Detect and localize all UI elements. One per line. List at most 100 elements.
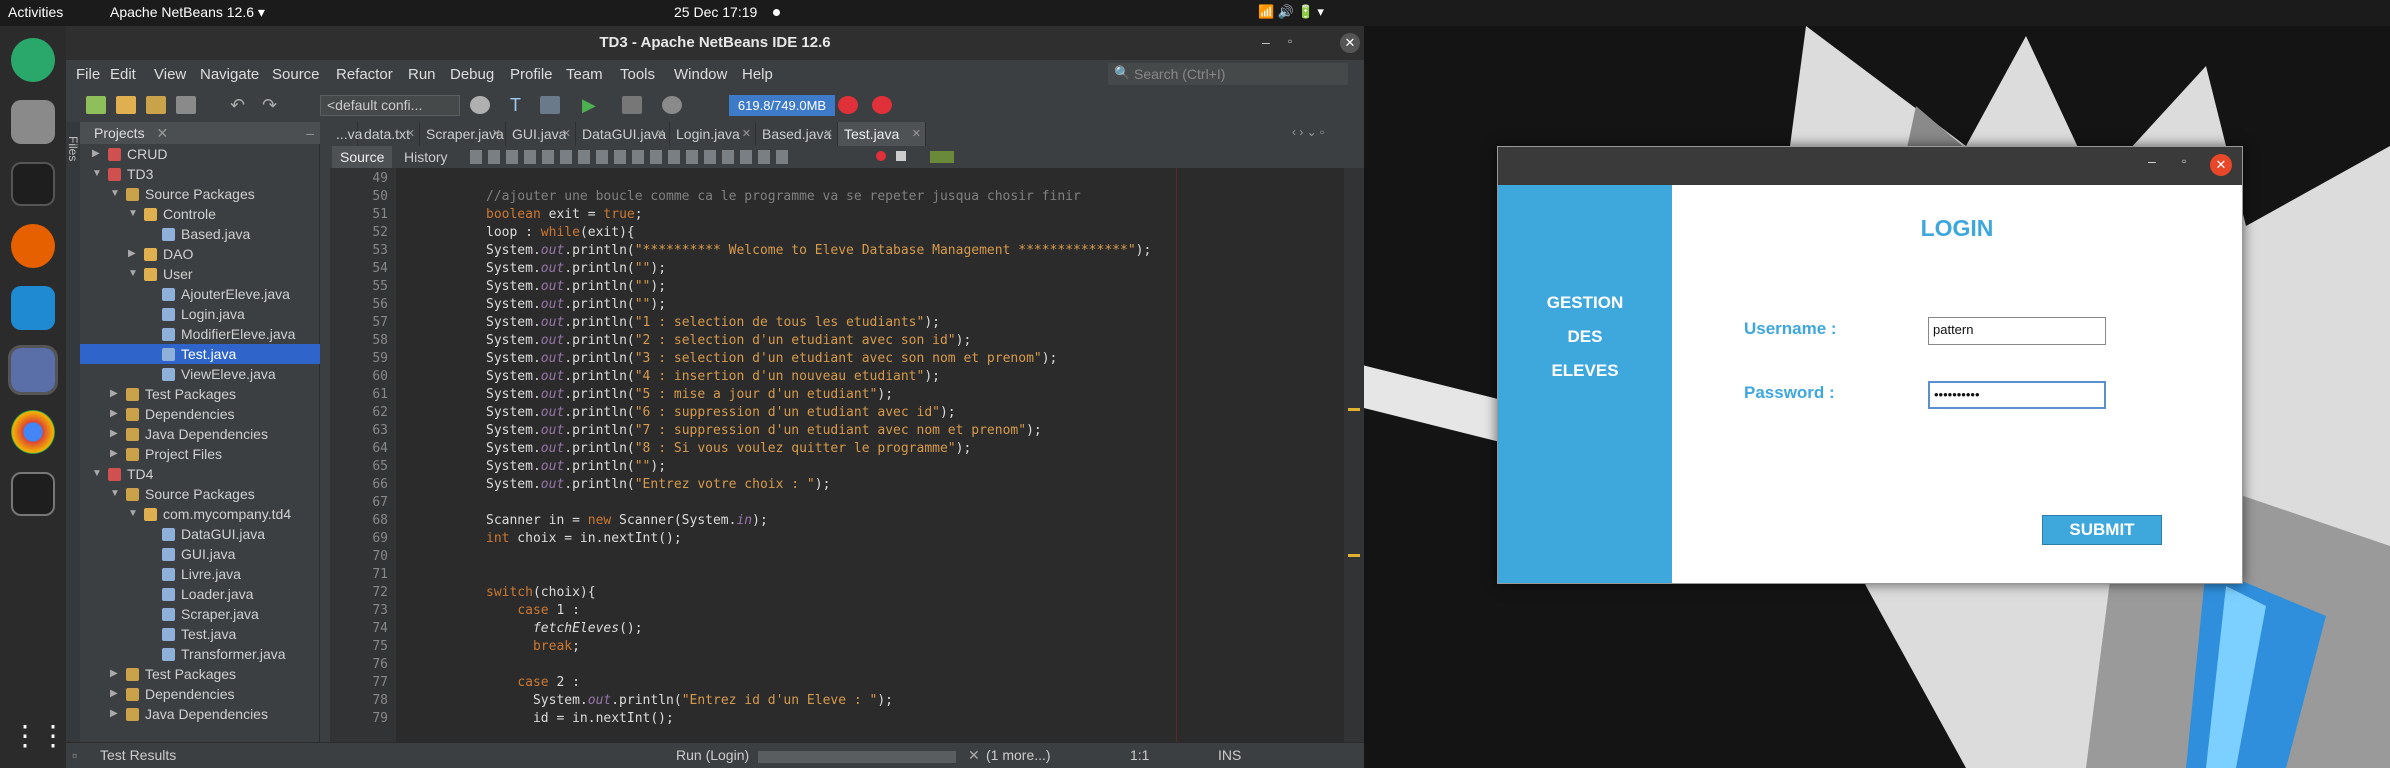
close-button[interactable]: ✕ [2210, 154, 2232, 176]
close-tab-icon[interactable]: ✕ [656, 122, 665, 146]
code-area[interactable]: //ajouter une boucle comme ca le program… [396, 168, 1344, 742]
stop-macro-icon[interactable] [896, 151, 906, 161]
close-button[interactable]: ✕ [1340, 33, 1360, 53]
tree-item[interactable]: Login.java [80, 304, 320, 324]
tree-item[interactable]: ▶ DAO [80, 244, 320, 264]
minimize-button[interactable]: – [2148, 153, 2156, 169]
tab-editor-file[interactable]: ...va [330, 122, 362, 146]
collapse-arrow-icon[interactable]: ▶ [110, 424, 118, 444]
close-tab-icon[interactable]: ✕ [562, 122, 571, 146]
tab-editor-file[interactable]: Scraper.java ✕ [420, 122, 506, 146]
atom-app-icon[interactable] [11, 38, 55, 82]
tree-item[interactable]: ▼ TD3 [80, 164, 320, 184]
debug-icon[interactable] [622, 96, 642, 114]
maximize-button[interactable]: ▫ [1288, 34, 1292, 48]
close-tab-icon[interactable]: ✕ [742, 122, 751, 146]
collapse-arrow-icon[interactable]: ▶ [110, 444, 118, 464]
tree-item[interactable]: ▶ Dependencies [80, 684, 320, 704]
menu-debug[interactable]: Debug [450, 66, 494, 83]
tab-editor-file[interactable]: DataGUI.java ✕ [576, 122, 670, 146]
tree-item[interactable]: ViewEleve.java [80, 364, 320, 384]
search-input[interactable]: Search (Ctrl+I) [1108, 63, 1348, 85]
clock[interactable]: 25 Dec 17:19 [674, 4, 757, 20]
tree-item[interactable]: ▼ com.mycompany.td4 [80, 504, 320, 524]
pause-io-icon[interactable] [872, 96, 892, 114]
close-tab-icon[interactable]: ✕ [824, 122, 833, 146]
tab-editor-file[interactable]: Test.java ✕ [838, 122, 926, 146]
password-field[interactable]: •••••••••• [1928, 381, 2106, 409]
tree-item[interactable]: ▶ Java Dependencies [80, 424, 320, 444]
tree-item[interactable]: Scraper.java [80, 604, 320, 624]
memory-indicator[interactable]: 619.8/749.0MB [729, 95, 835, 116]
collapse-arrow-icon[interactable]: ▶ [92, 144, 100, 164]
tree-item[interactable]: ▶ Project Files [80, 444, 320, 464]
new-file-icon[interactable] [86, 96, 106, 114]
warning-marker[interactable] [1348, 408, 1360, 411]
test-results-tab[interactable]: Test Results [100, 747, 176, 763]
menu-profile[interactable]: Profile [510, 66, 553, 83]
collapse-arrow-icon[interactable]: ▶ [110, 664, 118, 684]
tree-item[interactable]: ▶ Test Packages [80, 664, 320, 684]
app-grid-icon[interactable]: ⋮⋮ [11, 714, 67, 758]
username-field[interactable]: pattern [1928, 317, 2106, 345]
files-app-icon[interactable] [11, 100, 55, 144]
tree-item[interactable]: DataGUI.java [80, 524, 320, 544]
activities-button[interactable]: Activities [8, 4, 63, 20]
editor-actions-icon[interactable] [470, 150, 790, 164]
tree-item[interactable]: Based.java [80, 224, 320, 244]
comment-icon[interactable] [930, 151, 954, 163]
menu-run[interactable]: Run [408, 66, 436, 83]
maximize-button[interactable]: ▫ [2182, 154, 2186, 168]
cancel-run-icon[interactable]: ✕ [968, 747, 980, 764]
tree-item[interactable]: GUI.java [80, 544, 320, 564]
open-project-icon[interactable] [146, 96, 166, 114]
tree-item[interactable]: ▼ Source Packages [80, 184, 320, 204]
close-tab-icon[interactable]: ✕ [492, 122, 501, 146]
expand-arrow-icon[interactable]: ▼ [92, 164, 102, 184]
menu-view[interactable]: View [154, 66, 186, 83]
menu-refactor[interactable]: Refactor [336, 66, 393, 83]
close-tab-icon[interactable]: ✕ [156, 125, 168, 141]
tab-editor-file[interactable]: Based.java ✕ [756, 122, 838, 146]
menu-source[interactable]: Source [272, 66, 320, 83]
tree-item[interactable]: ▶ Dependencies [80, 404, 320, 424]
projects-tab[interactable]: Projects ✕ – [80, 122, 320, 144]
expand-arrow-icon[interactable]: ▼ [128, 204, 138, 224]
collapse-arrow-icon[interactable]: ▶ [110, 404, 118, 424]
chrome-app-icon[interactable] [11, 410, 55, 454]
menu-file[interactable]: File [76, 66, 100, 83]
expand-arrow-icon[interactable]: ▼ [110, 484, 120, 504]
undo-icon[interactable]: ↶ [230, 96, 250, 114]
more-tasks-link[interactable]: (1 more...) [986, 747, 1051, 763]
tree-item[interactable]: ▼ Source Packages [80, 484, 320, 504]
tab-nav-arrows-icon[interactable]: ‹ › ⌄ ▫ [1292, 125, 1324, 139]
tree-item[interactable]: AjouterEleve.java [80, 284, 320, 304]
menu-navigate[interactable]: Navigate [200, 66, 259, 83]
terminal-app-icon[interactable] [11, 162, 55, 206]
tree-item[interactable]: ▶ Test Packages [80, 384, 320, 404]
system-monitor-app-icon[interactable] [11, 472, 55, 516]
vscode-app-icon[interactable] [11, 286, 55, 330]
expand-arrow-icon[interactable]: ▼ [110, 184, 120, 204]
tree-item[interactable]: ▼ TD4 [80, 464, 320, 484]
tree-item[interactable]: Test.java [80, 624, 320, 644]
tree-item[interactable]: Test.java [80, 344, 320, 364]
profile-icon[interactable] [662, 96, 682, 114]
tree-item[interactable]: ModifierEleve.java [80, 324, 320, 344]
menu-edit[interactable]: Edit [110, 66, 136, 83]
configuration-select[interactable]: <default confi... [320, 95, 460, 116]
minimize-panel-icon[interactable]: – [306, 122, 314, 144]
clean-build-icon[interactable] [540, 96, 560, 114]
source-tab[interactable]: Source [332, 146, 393, 168]
expand-arrow-icon[interactable]: ▼ [92, 464, 102, 484]
tab-editor-file[interactable]: Login.java ✕ [670, 122, 756, 146]
tab-editor-file[interactable]: GUI.java ✕ [506, 122, 576, 146]
tree-item[interactable]: ▶ CRUD [80, 144, 320, 164]
minimize-button[interactable]: – [1262, 34, 1270, 50]
files-tab[interactable]: Files [66, 136, 80, 161]
menu-team[interactable]: Team [566, 66, 603, 83]
submit-button[interactable]: SUBMIT [2042, 515, 2162, 545]
close-tab-icon[interactable]: ✕ [406, 122, 415, 146]
tree-item[interactable]: Transformer.java [80, 644, 320, 664]
redo-icon[interactable]: ↷ [262, 96, 282, 114]
